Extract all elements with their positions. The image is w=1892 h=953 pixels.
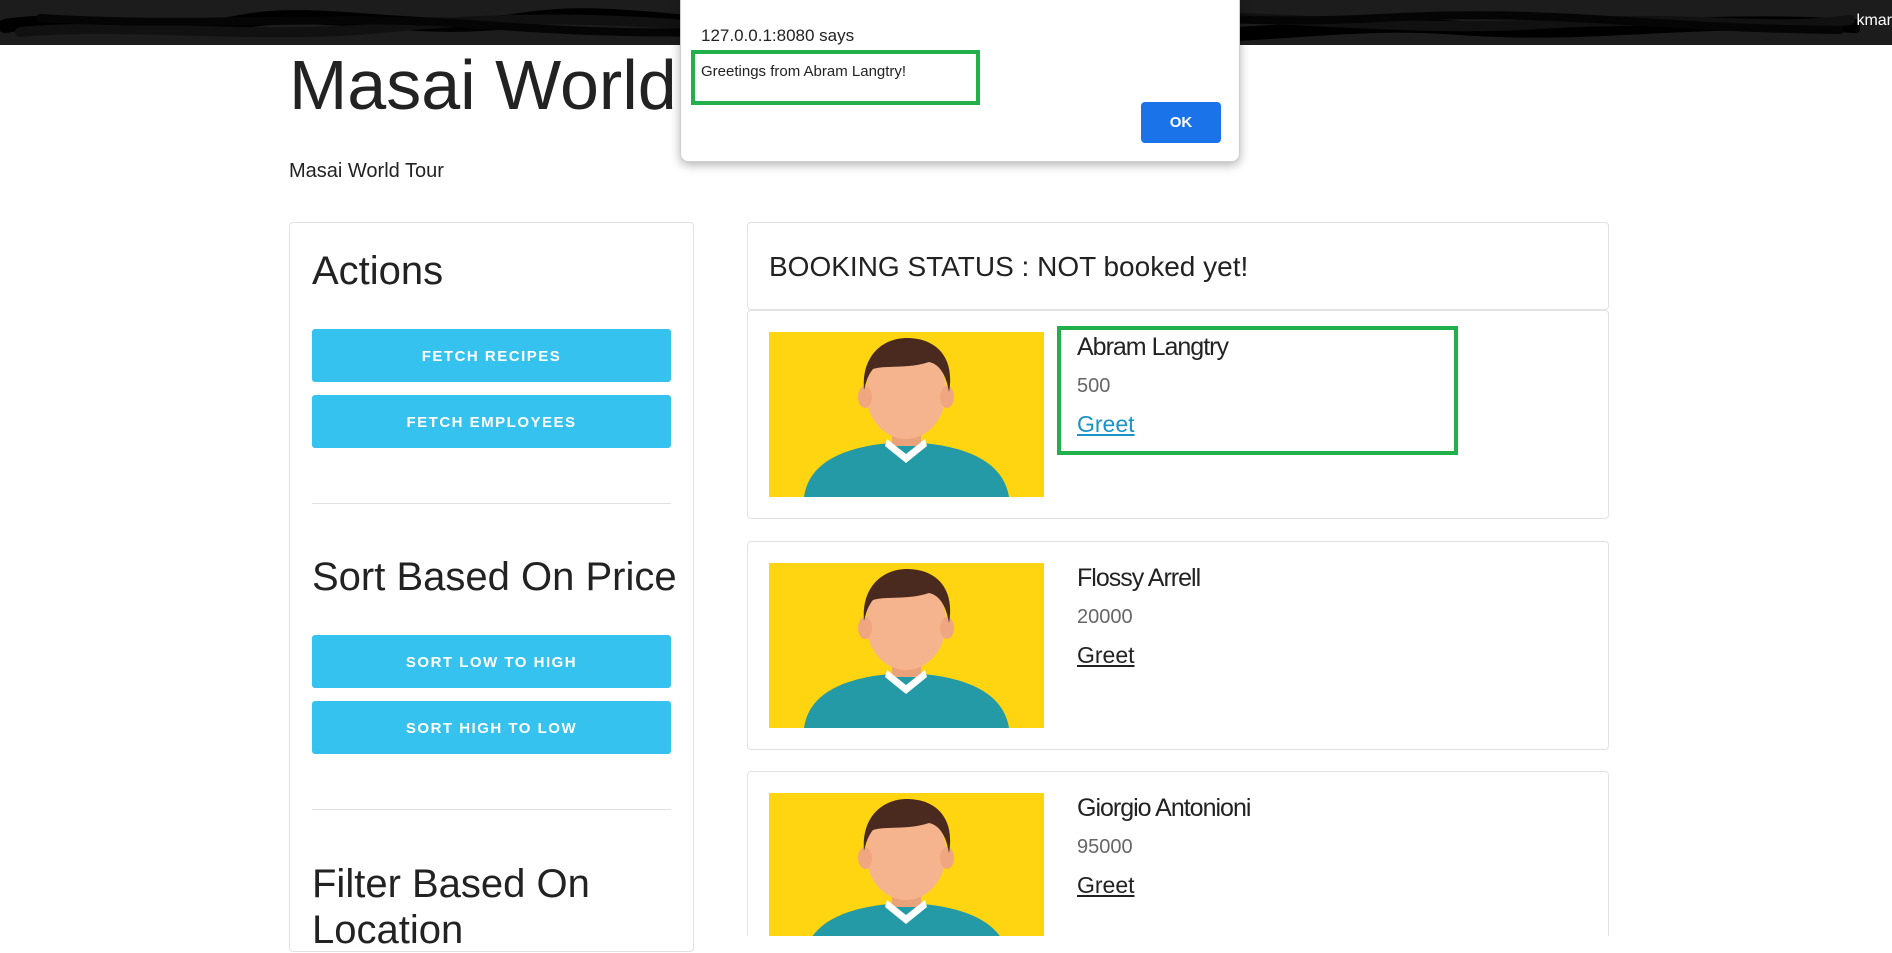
dialog-message: Greetings from Abram Langtry!: [701, 63, 907, 80]
fetch-employees-button[interactable]: FETCH EMPLOYEES: [312, 395, 671, 448]
employee-name: Giorgio Antonioni: [1077, 794, 1251, 822]
page-title: Masai World T: [289, 46, 738, 124]
avatar: [769, 793, 1044, 936]
actions-heading: Actions: [312, 249, 444, 293]
employee-price: 20000: [1077, 606, 1133, 628]
sort-high-to-low-button[interactable]: SORT HIGH TO LOW: [312, 701, 671, 754]
avatar: [769, 563, 1044, 728]
alert-dialog: 127.0.0.1:8080 says Greetings from Abram…: [680, 0, 1240, 162]
booking-status-card: BOOKING STATUS : NOT booked yet!: [747, 222, 1609, 310]
employee-name: Abram Langtry: [1077, 333, 1229, 361]
dialog-origin-text: 127.0.0.1:8080 says: [701, 26, 855, 45]
sidebar-panel: Actions FETCH RECIPES FETCH EMPLOYEES So…: [289, 222, 694, 952]
employee-card: Flossy Arrell 20000 Greet: [747, 541, 1609, 750]
booking-status-text: BOOKING STATUS : NOT booked yet!: [769, 251, 1249, 282]
sort-low-to-high-button[interactable]: SORT LOW TO HIGH: [312, 635, 671, 688]
dialog-ok-button[interactable]: OK: [1141, 102, 1221, 143]
sidebar-divider: [312, 809, 671, 810]
greet-link[interactable]: Greet: [1077, 642, 1135, 669]
fetch-recipes-button[interactable]: FETCH RECIPES: [312, 329, 671, 382]
employee-name: Flossy Arrell: [1077, 564, 1201, 592]
avatar: [769, 332, 1044, 497]
greet-link[interactable]: Greet: [1077, 872, 1135, 899]
employee-card: Abram Langtry 500 Greet: [747, 310, 1609, 519]
employee-price: 95000: [1077, 836, 1133, 858]
greet-link[interactable]: Greet: [1077, 411, 1135, 438]
page-subtitle: Masai World Tour: [289, 160, 444, 182]
user-name-fragment: kmar: [1856, 12, 1892, 29]
filter-heading: Filter Based On Location: [312, 862, 590, 952]
employee-card: Giorgio Antonioni 95000 Greet: [747, 771, 1609, 936]
sidebar-divider: [312, 503, 671, 504]
sort-heading: Sort Based On Price: [312, 555, 677, 599]
employee-price: 500: [1077, 375, 1111, 397]
